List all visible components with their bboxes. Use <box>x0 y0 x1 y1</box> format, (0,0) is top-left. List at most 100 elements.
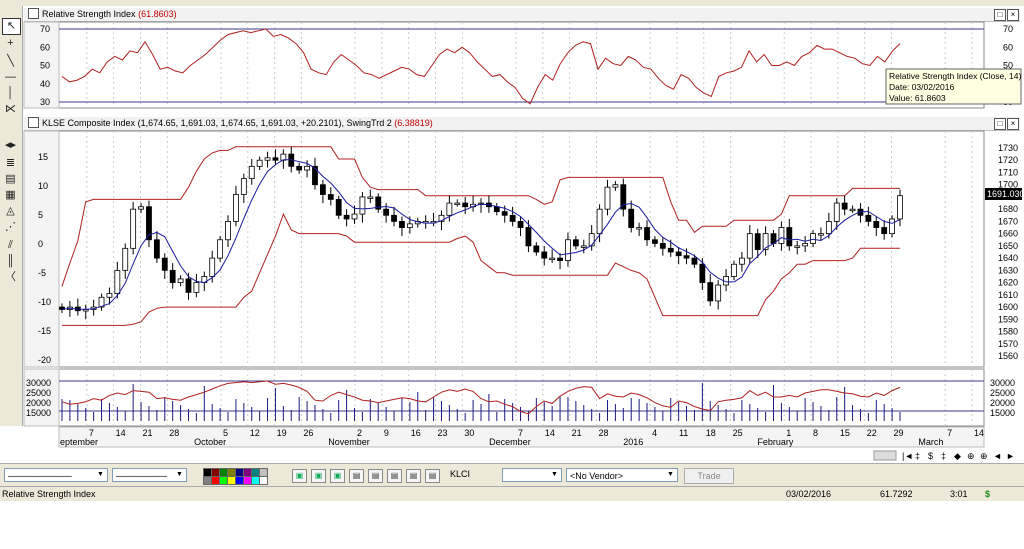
status-date: 03/02/2016 <box>786 489 832 499</box>
candle-body <box>391 214 397 222</box>
candle-body <box>248 165 255 179</box>
vendor-dropdown[interactable]: <No Vendor> ▼ <box>566 468 678 482</box>
rsi-tick-label: 30 <box>40 97 50 107</box>
candle-body <box>659 243 666 249</box>
date-axis-label: October <box>194 437 226 447</box>
candle-body <box>691 257 698 265</box>
layout-5-icon[interactable]: ▤ <box>425 469 440 483</box>
price-plot-frame <box>58 130 985 368</box>
rsi-tick-label: 70 <box>40 24 50 34</box>
candle-body <box>620 184 627 210</box>
chart-navigation-buttons: |◄ ‡ $ ‡ ◆ ⊕ ⊕ ◄ ► <box>900 451 1024 463</box>
line-width-dropdown[interactable]: ──────── ▼ <box>112 468 187 482</box>
chart-nav-button[interactable]: ⊕ <box>980 451 988 461</box>
tooltip-line-3: Value: 61.8603 <box>889 93 946 103</box>
date-axis-label: 7 <box>518 428 523 438</box>
candle-body <box>557 257 563 261</box>
date-axis-label: 5 <box>223 428 228 438</box>
chevron-down-icon: ▼ <box>97 471 104 478</box>
date-axis-label: 29 <box>894 428 904 438</box>
price-right-tick-label: 1730 <box>998 143 1018 153</box>
price-right-tick-label: 1620 <box>998 278 1018 288</box>
candle-body <box>794 245 801 248</box>
candle-body <box>106 293 113 298</box>
candle-body <box>256 159 263 167</box>
price-right-ticks: 1730172017101700168016701660165016401630… <box>998 143 1018 361</box>
candle-body <box>351 213 358 220</box>
date-axis-label: 9 <box>384 428 389 438</box>
date-axis-label: 28 <box>598 428 608 438</box>
candle-body <box>707 282 714 302</box>
save-chart-icon[interactable]: ▣ <box>330 469 345 483</box>
vendor-value: <No Vendor> <box>570 471 624 481</box>
candle-body <box>343 214 350 220</box>
status-indicator-name: Relative Strength Index <box>2 489 96 499</box>
new-chart-icon[interactable]: ▣ <box>292 469 307 483</box>
color-palette <box>203 468 269 485</box>
chart-nav-button[interactable]: ‡ <box>915 451 920 461</box>
candle-body <box>296 165 303 171</box>
open-chart-icon[interactable]: ▣ <box>311 469 326 483</box>
date-axis-label: 15 <box>840 428 850 438</box>
candle-body <box>312 165 318 186</box>
price-right-tick-label: 1650 <box>998 241 1018 251</box>
candle-body <box>802 243 809 247</box>
candle-body <box>462 202 469 208</box>
rsi-right-tick-label: 60 <box>1003 42 1013 52</box>
candle-body <box>596 208 603 235</box>
chart-nav-button[interactable]: ◄ <box>993 451 1002 461</box>
chart-nav-button[interactable]: |◄ <box>902 451 913 461</box>
chart-nav-button[interactable]: ⊕ <box>967 451 975 461</box>
layout-1-icon[interactable]: ▤ <box>349 469 364 483</box>
line-style-dropdown[interactable]: ────────── ▼ <box>4 468 108 482</box>
candle-body <box>667 247 674 253</box>
volume-right-tick-label: 25000 <box>990 388 1015 398</box>
price-left-tick-label: -20 <box>38 355 51 365</box>
candle-body <box>122 247 129 271</box>
chart-nav-button[interactable]: $ <box>928 451 933 461</box>
chart-area[interactable]: 7060504030 7060504030 151050-5-10-15-20 … <box>0 0 1024 463</box>
date-axis-label: 14 <box>116 428 126 438</box>
date-axis-label: 11 <box>679 428 688 438</box>
chart-nav-button[interactable]: ‡ <box>941 451 946 461</box>
trade-button[interactable]: Trade <box>684 468 734 484</box>
horizontal-scroll-thumb[interactable] <box>873 450 897 461</box>
symbol-dropdown[interactable]: ▼ <box>502 468 562 482</box>
candle-body <box>889 218 895 235</box>
candle-body <box>193 282 200 293</box>
candle-body <box>810 233 816 244</box>
price-right-tick-label: 1590 <box>998 314 1018 324</box>
candle-body <box>731 263 737 277</box>
price-left-tick-label: 15 <box>38 152 48 162</box>
candle-body <box>644 227 650 241</box>
status-value: 61.7292 <box>880 489 913 499</box>
layout-2-icon[interactable]: ▤ <box>368 469 383 483</box>
candle-body <box>233 194 239 222</box>
volume-left-tick-label: 20000 <box>26 398 51 408</box>
candle-body <box>683 255 690 259</box>
date-axis-label: 14 <box>545 428 555 438</box>
chart-nav-button[interactable]: ◆ <box>954 451 961 461</box>
volume-right-tick-label: 15000 <box>990 408 1015 418</box>
chart-nav-button[interactable]: ► <box>1006 451 1015 461</box>
candle-body <box>264 157 271 161</box>
chevron-down-icon: ▼ <box>667 471 674 478</box>
candle-body <box>754 233 761 250</box>
layout-4-icon[interactable]: ▤ <box>406 469 421 483</box>
candle-body <box>873 221 880 228</box>
date-axis-label: 4 <box>652 428 657 438</box>
price-right-tick-label: 1710 <box>998 167 1018 177</box>
color-swatch[interactable] <box>259 476 268 485</box>
date-axis-label: 23 <box>438 428 448 438</box>
date-axis-label: December <box>489 437 531 447</box>
price-left-tick-label: 5 <box>38 210 43 220</box>
candle-body <box>493 206 500 213</box>
price-right-tick-label: 1720 <box>998 155 1018 165</box>
candle-body <box>272 157 279 161</box>
price-right-tick-label: 1610 <box>998 290 1018 300</box>
candle-body <box>865 214 872 222</box>
price-right-tick-label: 1570 <box>998 339 1018 349</box>
candle-body <box>897 195 903 220</box>
layout-3-icon[interactable]: ▤ <box>387 469 402 483</box>
candle-body <box>841 202 848 210</box>
